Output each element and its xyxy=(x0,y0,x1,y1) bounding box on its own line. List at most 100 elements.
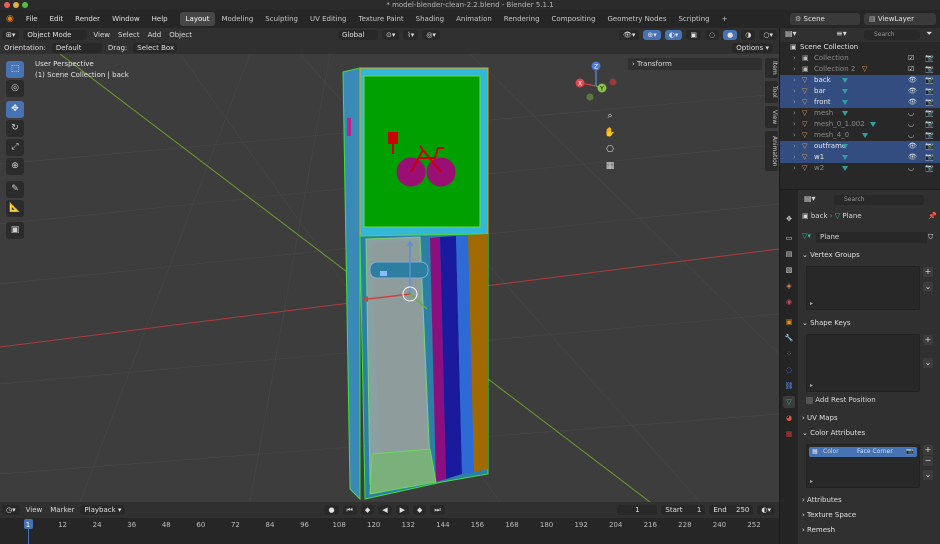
add-cube-tool[interactable]: ▣ xyxy=(6,222,24,239)
disclosure-icon[interactable]: › xyxy=(793,119,796,130)
menu-help[interactable]: Help xyxy=(146,10,174,28)
tab-scripting[interactable]: Scripting xyxy=(672,12,715,26)
object-tab-icon[interactable]: ▣ xyxy=(783,316,795,328)
nav-neg-x-ball[interactable] xyxy=(609,78,617,86)
properties-editor-icon[interactable]: ▤▾ xyxy=(804,194,816,203)
color-attribute-add-button[interactable]: + xyxy=(923,445,933,455)
add-workspace-button[interactable]: + xyxy=(716,12,734,26)
menu-add[interactable]: Add xyxy=(144,31,166,39)
move-tool[interactable]: ✥ xyxy=(6,101,24,118)
tab-shading[interactable]: Shading xyxy=(410,12,450,26)
disclosure-icon[interactable]: › xyxy=(793,97,796,108)
tab-layout[interactable]: Layout xyxy=(179,12,216,26)
measure-tool[interactable]: 📐 xyxy=(6,200,24,217)
pin-icon[interactable]: 📌 xyxy=(928,212,937,220)
disclosure-icon[interactable]: › xyxy=(793,141,796,152)
timeline-settings-icon[interactable]: ◐▾ xyxy=(757,505,775,515)
pan-hand-icon[interactable]: ✋ xyxy=(603,126,617,140)
pivot-point-icon[interactable]: ⊙▾ xyxy=(382,29,400,40)
sidetab-item[interactable]: Item xyxy=(765,58,778,78)
snap-icon[interactable]: ⌇▾ xyxy=(403,29,419,40)
camera-icon[interactable]: 📷 xyxy=(925,130,934,141)
properties-search-input[interactable]: Search xyxy=(834,195,924,205)
menu-window[interactable]: Window xyxy=(106,10,146,28)
vertex-group-menu-button[interactable]: ⌄ xyxy=(923,282,933,292)
rotate-tool[interactable]: ↻ xyxy=(6,120,24,137)
menu-view[interactable]: View xyxy=(89,31,114,39)
bike-charging-station-model[interactable] xyxy=(342,67,489,501)
tab-geometry-nodes[interactable]: Geometry Nodes xyxy=(601,12,672,26)
list-resize-icon[interactable]: ▸ xyxy=(810,478,813,485)
modifier-tab-icon[interactable]: 🔧 xyxy=(783,332,795,344)
gizmo-plane-handle[interactable] xyxy=(380,271,387,276)
transform-orientation-dropdown[interactable]: Global xyxy=(338,29,378,40)
checkbox-icon[interactable]: ☑ xyxy=(908,53,914,64)
camera-icon[interactable]: 📷 xyxy=(925,53,934,64)
camera-icon[interactable]: 📷 xyxy=(925,163,934,174)
outliner-item[interactable]: › ▽ mesh ◡ 📷 xyxy=(780,108,940,119)
timeline-menu-marker[interactable]: Marker xyxy=(46,506,78,514)
perspective-grid-icon[interactable]: ▦ xyxy=(603,159,617,173)
shading-solid-icon[interactable]: ● xyxy=(723,29,738,40)
minimize-window-icon[interactable] xyxy=(13,2,19,8)
camera-icon[interactable]: 📷 xyxy=(925,152,934,163)
outliner-item[interactable]: › ▽ bar 👁 📷 xyxy=(780,86,940,97)
list-resize-icon[interactable]: ▸ xyxy=(810,300,813,307)
particles-tab-icon[interactable]: ⁘ xyxy=(783,348,795,360)
tab-uv-editing[interactable]: UV Editing xyxy=(304,12,353,26)
visibility-icon[interactable]: 👁▾ xyxy=(619,29,640,40)
maximize-window-icon[interactable] xyxy=(22,2,28,8)
outliner-item[interactable]: › ▽ mesh_4_0 ◡ 📷 xyxy=(780,130,940,141)
tab-rendering[interactable]: Rendering xyxy=(498,12,546,26)
prev-key-icon[interactable]: ◆ xyxy=(360,505,375,515)
eye-closed-icon[interactable]: ◡ xyxy=(908,130,914,141)
shape-key-add-button[interactable]: + xyxy=(923,335,933,345)
mode-dropdown[interactable]: Object Mode xyxy=(23,29,88,40)
next-key-icon[interactable]: ◆ xyxy=(413,505,427,515)
outliner-item[interactable]: › ▽ back 👁 📷 xyxy=(780,75,940,86)
disclosure-icon[interactable]: › xyxy=(793,163,796,174)
shape-key-menu-button[interactable]: ⌄ xyxy=(923,358,933,368)
camera-icon[interactable]: 📷 xyxy=(925,119,934,130)
nav-neg-y-ball[interactable] xyxy=(586,93,594,101)
menu-file[interactable]: File xyxy=(20,10,44,28)
cursor-tool[interactable]: ◎ xyxy=(6,80,24,97)
navigation-gizmo[interactable]: Z X Y xyxy=(575,61,617,101)
transform-tool[interactable]: ⊕ xyxy=(6,158,24,175)
vertex-group-add-button[interactable]: + xyxy=(923,267,933,277)
color-attribute-remove-button[interactable]: − xyxy=(923,456,933,466)
disclosure-icon[interactable]: › xyxy=(793,86,796,97)
uv-maps-panel-header[interactable]: › UV Maps xyxy=(802,412,938,425)
shape-keys-panel-header[interactable]: ⌄ Shape Keys xyxy=(802,317,938,330)
outliner-item[interactable]: › ▽ outframe 👁 📷 xyxy=(780,141,940,152)
select-box-tool[interactable]: ⬚ xyxy=(6,61,24,78)
eye-icon[interactable]: 👁 xyxy=(908,86,917,97)
remesh-panel-header[interactable]: › Remesh xyxy=(802,524,938,537)
camera-icon[interactable]: 📷 xyxy=(925,86,934,97)
tab-compositing[interactable]: Compositing xyxy=(546,12,602,26)
material-tab-icon[interactable]: ◕ xyxy=(783,412,795,424)
side-panel[interactable] xyxy=(342,67,361,501)
timeline-ruler[interactable]: 1 12 24 36 48 60 72 84 96 108 120 132 144 156 168 180 19… xyxy=(0,518,779,544)
tab-animation[interactable]: Animation xyxy=(450,12,498,26)
outliner-item[interactable]: › ▣ Collection 2 ▽ ☑ 📷 xyxy=(780,64,940,75)
shading-material-icon[interactable]: ◑ xyxy=(741,29,756,40)
tab-modeling[interactable]: Modeling xyxy=(215,12,259,26)
viewlayer-selector[interactable]: ▤ ViewLayer xyxy=(864,13,936,25)
blender-logo-icon[interactable]: ◉ xyxy=(0,10,20,28)
eye-icon[interactable]: 👁 xyxy=(908,152,917,163)
timeline-menu-view[interactable]: View xyxy=(22,506,47,514)
add-rest-position-checkbox[interactable] xyxy=(806,396,813,404)
add-rest-position-row[interactable]: Add Rest Position xyxy=(806,396,876,404)
texture-tab-icon[interactable]: ▩ xyxy=(783,428,795,440)
annotate-tool[interactable]: ✎ xyxy=(6,181,24,198)
menu-object[interactable]: Object xyxy=(165,31,196,39)
outliner-item[interactable]: › ▽ front 👁 📷 xyxy=(780,97,940,108)
jump-start-icon[interactable]: ⏮ xyxy=(342,505,357,515)
render-tab-icon[interactable]: ▭ xyxy=(783,232,795,244)
camera-icon[interactable]: 📷 xyxy=(925,64,934,75)
checkbox-icon[interactable]: ☑ xyxy=(908,64,914,75)
play-reverse-icon[interactable]: ◀ xyxy=(378,505,392,515)
outliner-item[interactable]: › ▽ w1 👁 📷 xyxy=(780,152,940,163)
gizmo-toggle-icon[interactable]: ⊕▾ xyxy=(643,29,661,40)
